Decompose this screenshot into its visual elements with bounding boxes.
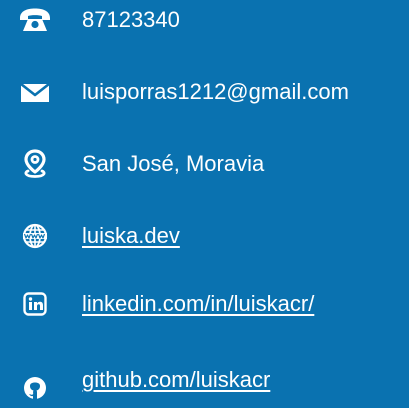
contact-email-row: luisporras1212@gmail.com: [0, 72, 409, 112]
email-address: luisporras1212@gmail.com: [82, 79, 349, 104]
phone-number: 87123340: [82, 7, 180, 32]
contact-phone-row: 87123340: [0, 0, 409, 40]
linkedin-icon: [18, 284, 52, 324]
globe-www-icon: [18, 216, 52, 256]
location-text: San José, Moravia: [82, 151, 265, 176]
github-icon: [18, 368, 52, 408]
contact-website-row: luiska.dev: [0, 216, 409, 256]
phone-icon: [18, 0, 52, 40]
github-link[interactable]: github.com/luiskacr: [82, 360, 270, 400]
contact-github-row: github.com/luiskacr: [0, 360, 409, 400]
contact-list: 87123340 luisporras1212@gmail.com San Jo…: [0, 0, 409, 399]
contact-linkedin-row: linkedin.com/in/luiskacr/: [0, 284, 409, 324]
contact-location-row: San José, Moravia: [0, 144, 409, 184]
linkedin-link[interactable]: linkedin.com/in/luiskacr/: [82, 284, 314, 324]
location-pin-icon: [18, 144, 52, 184]
website-link[interactable]: luiska.dev: [82, 216, 180, 256]
envelope-icon: [18, 72, 52, 112]
